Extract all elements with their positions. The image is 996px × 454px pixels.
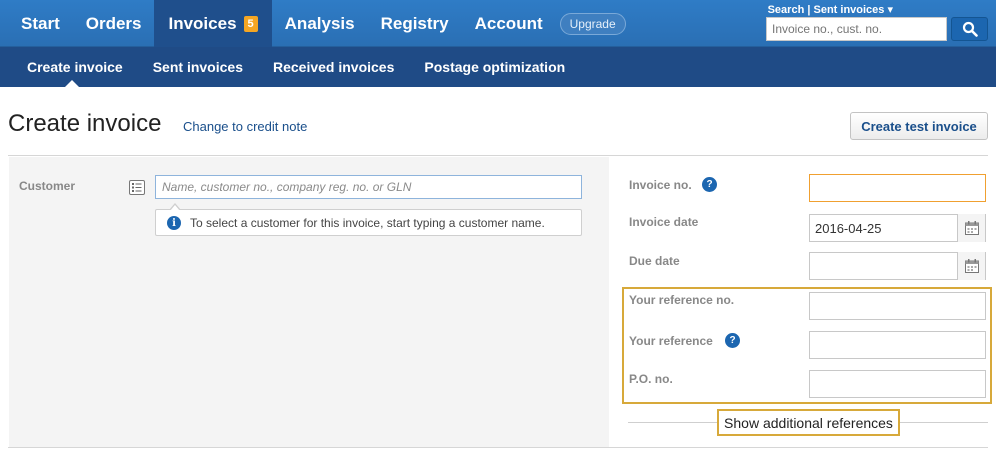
sub-nav: Create invoice Sent invoices Received in… <box>0 47 996 87</box>
nav-start[interactable]: Start <box>0 0 73 47</box>
nav-account-label: Account <box>474 13 543 33</box>
subnav-postage-optimization[interactable]: Postage optimization <box>409 47 580 87</box>
nav-analysis[interactable]: Analysis <box>272 0 368 47</box>
subnav-sent-invoices-label: Sent invoices <box>152 59 243 75</box>
sent-invoices-search-link[interactable]: Sent invoices <box>814 4 885 16</box>
info-icon: i <box>167 216 181 230</box>
subnav-received-invoices-label: Received invoices <box>272 59 395 75</box>
search-link[interactable]: Search <box>768 4 805 16</box>
customer-search-input[interactable] <box>155 175 582 199</box>
search-button[interactable] <box>951 17 988 41</box>
po-no-input[interactable] <box>809 370 986 398</box>
your-reference-no-label: Your reference no. <box>629 293 735 307</box>
subnav-postage-optimization-label: Postage optimization <box>424 59 566 75</box>
divider <box>8 155 988 156</box>
nav-account[interactable]: Account <box>462 0 556 47</box>
show-additional-references-button[interactable]: Show additional references <box>717 409 900 436</box>
invoice-date-calendar-button[interactable] <box>957 214 985 242</box>
subnav-sent-invoices[interactable]: Sent invoices <box>138 47 258 87</box>
invoices-count-badge: 5 <box>243 15 258 32</box>
search-mode-links: Search | Sent invoices ▾ <box>768 3 893 16</box>
search-icon <box>962 21 978 37</box>
nav-invoices-label: Invoices <box>168 13 237 33</box>
customer-panel <box>9 157 609 447</box>
help-icon[interactable]: ? <box>702 177 717 192</box>
calendar-icon <box>964 259 979 273</box>
subnav-create-invoice[interactable]: Create invoice <box>0 47 138 87</box>
customer-hint-text: To select a customer for this invoice, s… <box>190 215 545 230</box>
upgrade-button[interactable]: Upgrade <box>559 12 626 35</box>
page-title: Create invoice <box>8 110 162 137</box>
nav-orders[interactable]: Orders <box>73 0 155 47</box>
nav-analysis-label: Analysis <box>284 13 355 33</box>
calendar-icon <box>964 221 979 235</box>
nav-orders-label: Orders <box>85 13 142 33</box>
link-separator: | <box>804 4 814 16</box>
your-reference-label: Your reference <box>629 334 713 348</box>
customer-list-icon[interactable] <box>129 180 145 195</box>
help-icon[interactable]: ? <box>725 333 740 348</box>
your-reference-no-input[interactable] <box>809 292 986 320</box>
due-date-label: Due date <box>629 254 680 268</box>
nav-invoices[interactable]: Invoices 5 <box>154 0 272 47</box>
change-to-credit-note-link[interactable]: Change to credit note <box>183 119 307 134</box>
subnav-create-invoice-label: Create invoice <box>27 59 123 75</box>
due-date-calendar-button[interactable] <box>957 252 985 280</box>
nav-registry[interactable]: Registry <box>368 0 462 47</box>
nav-registry-label: Registry <box>380 13 449 33</box>
main-nav: Start Orders Invoices 5 Analysis Registry… <box>0 0 626 47</box>
nav-start-label: Start <box>21 13 60 33</box>
customer-hint-tooltip: i To select a customer for this invoice,… <box>155 203 582 236</box>
your-reference-input[interactable] <box>809 331 986 359</box>
invoice-no-label: Invoice no. <box>629 178 692 192</box>
subnav-received-invoices[interactable]: Received invoices <box>258 47 409 87</box>
divider <box>8 447 988 448</box>
customer-label: Customer <box>19 179 76 193</box>
po-no-label: P.O. no. <box>629 372 673 386</box>
caret-down-icon[interactable]: ▾ <box>884 4 893 16</box>
list-icon <box>132 183 142 192</box>
sub-navigation-bar: Create invoice Sent invoices Received in… <box>0 47 996 87</box>
invoice-date-label: Invoice date <box>629 215 699 229</box>
search-input[interactable] <box>766 17 947 41</box>
create-test-invoice-button[interactable]: Create test invoice <box>850 112 988 140</box>
invoice-no-input[interactable] <box>809 174 986 202</box>
